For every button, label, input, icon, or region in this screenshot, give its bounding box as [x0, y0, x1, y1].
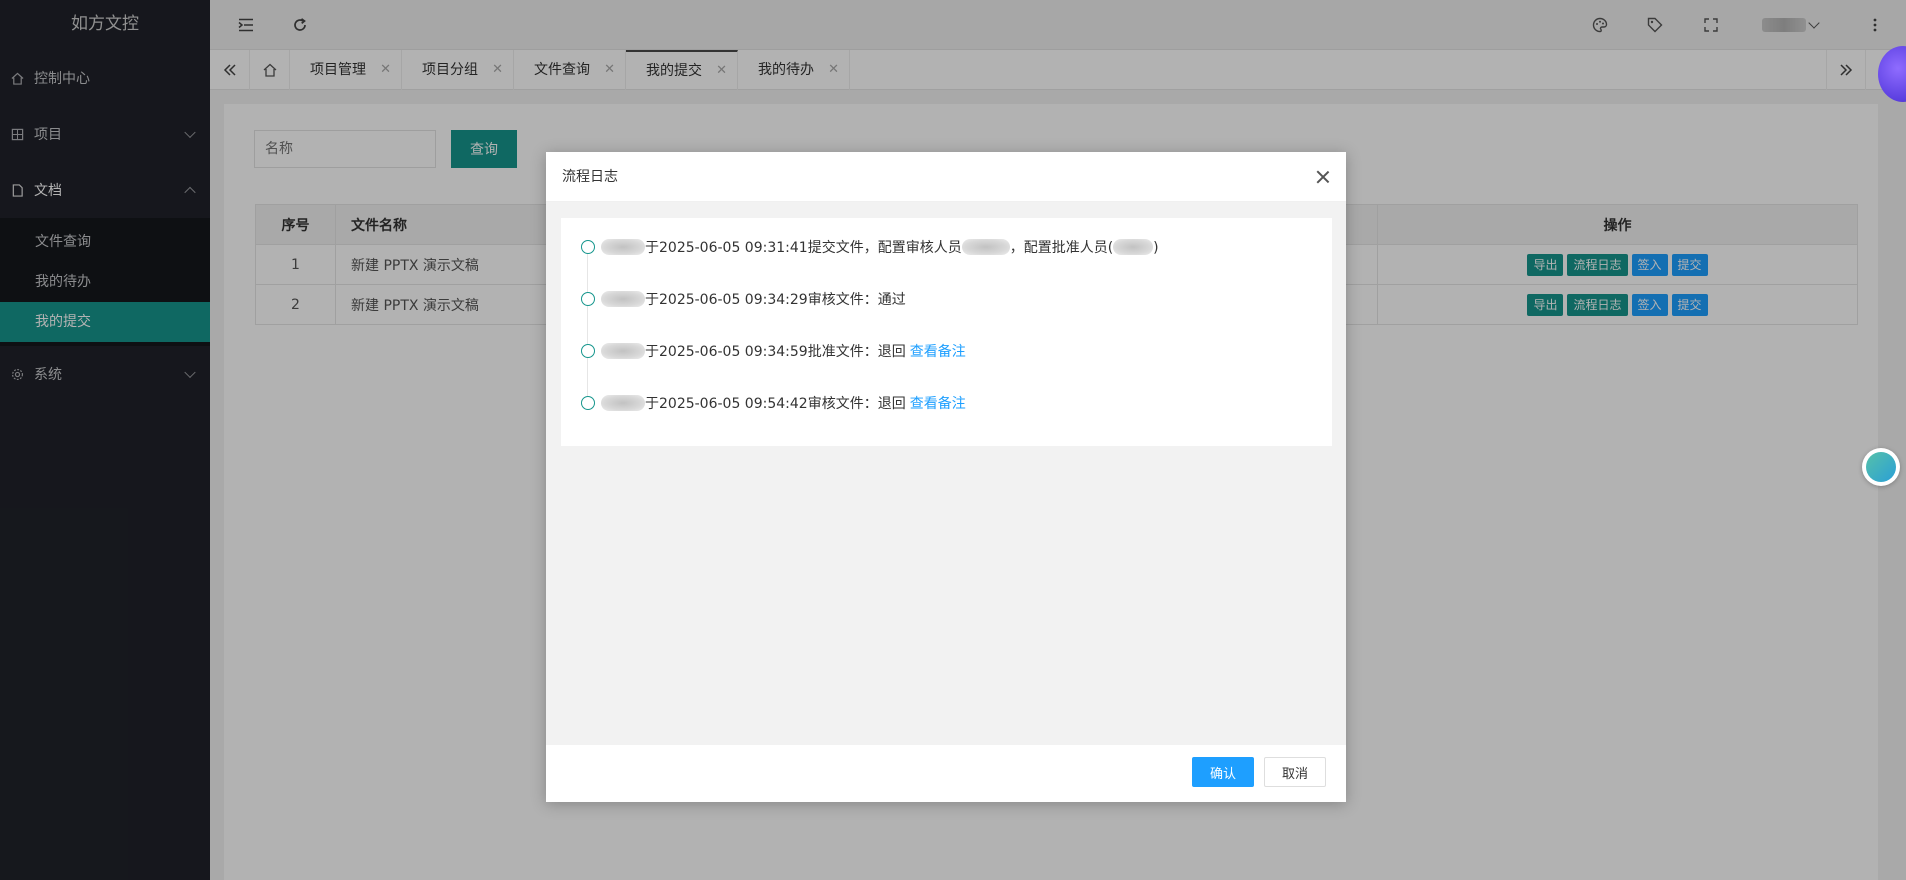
timeline-dot-icon	[581, 240, 595, 254]
log-container: 于2025-06-05 09:31:41提交文件，配置审核人员 ，配置批准人员()…	[561, 218, 1332, 446]
redacted-user	[1113, 239, 1154, 255]
view-note-link[interactable]: 查看备注	[910, 344, 966, 360]
timeline-item: 于2025-06-05 09:34:29审核文件：通过	[581, 280, 1321, 344]
confirm-button[interactable]: 确认	[1192, 757, 1254, 787]
redacted-user	[601, 291, 645, 307]
helper-logo	[1866, 452, 1896, 482]
log-text: 于2025-06-05 09:34:59批准文件：退回	[645, 344, 906, 360]
log-text-end: )	[1153, 240, 1159, 256]
log-text: 于2025-06-05 09:34:29审核文件：通过	[645, 292, 906, 308]
timeline-item: 于2025-06-05 09:54:42审核文件：退回 查看备注	[581, 384, 1321, 436]
dialog-title: 流程日志	[546, 152, 1346, 202]
timeline-dot-icon	[581, 396, 595, 410]
timeline-item: 于2025-06-05 09:31:41提交文件，配置审核人员 ，配置批准人员()	[581, 228, 1321, 292]
process-timeline: 于2025-06-05 09:31:41提交文件，配置审核人员 ，配置批准人员()…	[581, 228, 1321, 436]
floating-helper-icon[interactable]	[1862, 448, 1900, 486]
process-log-dialog: 流程日志 于2025-06-05 09:31:41提交文件，配置审核人员 ，配置批…	[546, 152, 1346, 802]
timeline-dot-icon	[581, 344, 595, 358]
timeline-item: 于2025-06-05 09:34:59批准文件：退回 查看备注	[581, 332, 1321, 396]
redacted-user	[601, 239, 645, 255]
redacted-user	[601, 343, 645, 359]
log-text: 于2025-06-05 09:31:41提交文件，配置审核人员	[645, 240, 962, 256]
log-text: 于2025-06-05 09:54:42审核文件：退回	[645, 396, 906, 412]
redacted-user	[961, 239, 1010, 255]
timeline-dot-icon	[581, 292, 595, 306]
dialog-footer: 确认 取消	[546, 745, 1346, 802]
close-icon[interactable]	[1316, 170, 1330, 184]
cancel-button[interactable]: 取消	[1264, 757, 1326, 787]
log-text-mid: ，配置批准人员(	[1009, 240, 1114, 256]
view-note-link[interactable]: 查看备注	[910, 396, 966, 412]
redacted-user	[601, 395, 645, 411]
dialog-body: 于2025-06-05 09:31:41提交文件，配置审核人员 ，配置批准人员()…	[546, 202, 1346, 745]
